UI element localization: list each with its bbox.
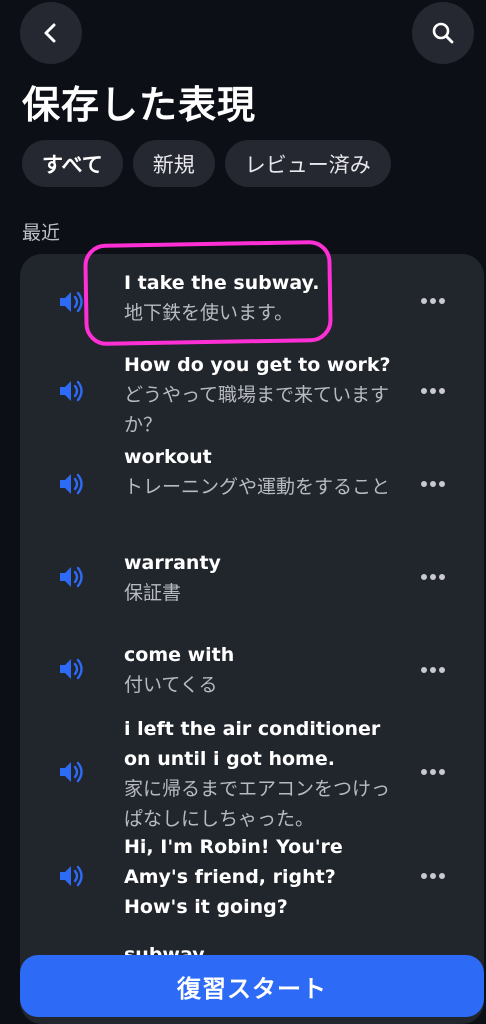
more-dots-icon[interactable] xyxy=(420,387,446,395)
highlight-annotation xyxy=(83,239,333,347)
more-dots-icon[interactable] xyxy=(420,666,446,674)
expression-japanese: 家に帰るまでエアコンをつけっぱなしにしちゃった。 xyxy=(124,778,391,830)
speaker-icon[interactable] xyxy=(58,760,86,784)
filter-new[interactable]: 新規 xyxy=(132,140,215,187)
page-title: 保存した表現 xyxy=(22,83,257,127)
expression-english: workout xyxy=(124,446,212,468)
expression-english: Hi, I'm Robin! You're Amy's friend, righ… xyxy=(124,836,343,918)
filter-all[interactable]: すべて xyxy=(22,140,123,187)
more-dots-icon[interactable] xyxy=(420,872,446,880)
search-button[interactable] xyxy=(412,2,474,64)
section-label-recent: 最近 xyxy=(22,222,61,244)
search-icon xyxy=(432,22,454,44)
expression-english: warranty xyxy=(124,552,221,574)
speaker-icon[interactable] xyxy=(58,657,86,681)
expression-japanese: 保証書 xyxy=(124,582,182,604)
start-review-button[interactable]: 復習スタート xyxy=(20,955,484,1017)
speaker-icon[interactable] xyxy=(58,565,86,589)
list-item[interactable]: come with 付いてくる xyxy=(20,640,484,702)
list-item[interactable]: How do you get to work? どうやって職場まで来ていますか？ xyxy=(20,350,484,442)
speaker-icon[interactable] xyxy=(58,379,86,403)
more-dots-icon[interactable] xyxy=(420,768,446,776)
more-dots-icon[interactable] xyxy=(420,573,446,581)
expression-english: come with xyxy=(124,644,235,666)
filter-tabs: すべて 新規 レビュー済み xyxy=(22,140,391,187)
list-item[interactable]: workout トレーニングや運動をすること xyxy=(20,442,484,534)
expression-japanese: 付いてくる xyxy=(124,674,218,696)
list-item[interactable]: i left the air conditioner on until i go… xyxy=(20,714,484,834)
expression-japanese: トレーニングや運動をすること xyxy=(124,476,391,498)
chevron-left-icon xyxy=(44,23,56,43)
filter-reviewed[interactable]: レビュー済み xyxy=(224,140,391,187)
expression-english: i left the air conditioner on until i go… xyxy=(124,718,381,770)
list-item[interactable]: Hi, I'm Robin! You're Amy's friend, righ… xyxy=(20,832,484,924)
speaker-icon[interactable] xyxy=(58,472,86,496)
back-button[interactable] xyxy=(20,2,82,64)
expression-english: How do you get to work? xyxy=(124,354,391,376)
more-dots-icon[interactable] xyxy=(420,297,446,305)
speaker-icon[interactable] xyxy=(58,864,86,888)
expression-japanese: どうやって職場まで来ていますか？ xyxy=(124,384,390,436)
list-item[interactable]: warranty 保証書 xyxy=(20,548,484,610)
speaker-icon[interactable] xyxy=(58,290,86,314)
more-dots-icon[interactable] xyxy=(420,480,446,488)
saved-expressions-list: I take the subway. 地下鉄を使います。 How do you … xyxy=(20,254,484,1024)
